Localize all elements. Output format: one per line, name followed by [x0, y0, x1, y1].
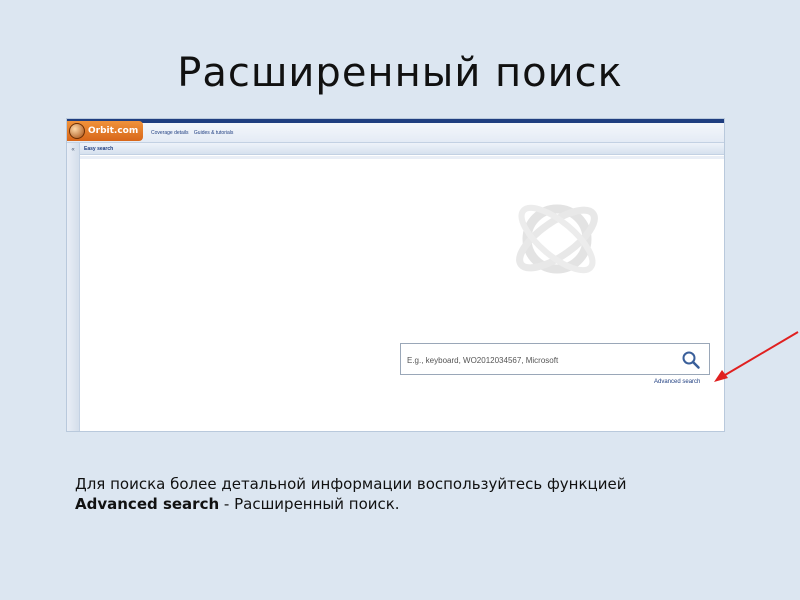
- caption-text: Для поиска более детальной информации во…: [75, 475, 627, 493]
- left-collapsed-panel: «: [67, 143, 80, 431]
- search-box: [400, 343, 710, 375]
- easy-search-label: Easy search: [84, 146, 114, 152]
- slide-caption: Для поиска более детальной информации во…: [75, 474, 765, 514]
- app-screenshot: Orbit.com Coverage details Guides & tuto…: [66, 118, 725, 432]
- collapse-icon[interactable]: «: [69, 147, 78, 154]
- caption-bold: Advanced search: [75, 495, 220, 513]
- easy-search-header: Easy search: [80, 143, 724, 155]
- logo-text: Orbit.com: [88, 126, 139, 136]
- orbit-logo[interactable]: Orbit.com: [67, 121, 143, 141]
- top-stripe: [67, 119, 724, 123]
- app-top-bar: Orbit.com Coverage details Guides & tuto…: [67, 119, 724, 143]
- header-rule: [80, 156, 724, 159]
- search-icon[interactable]: [681, 350, 701, 370]
- advanced-search-link[interactable]: Advanced search: [654, 379, 700, 385]
- guides-tutorials-link[interactable]: Guides & tutorials: [194, 130, 233, 136]
- red-arrow-icon: [714, 331, 799, 382]
- top-links: Coverage details Guides & tutorials: [151, 130, 237, 136]
- orbit-logo-icon: [69, 123, 85, 139]
- caption-rest: - Расширенный поиск.: [219, 495, 400, 513]
- orbit-watermark-icon: [516, 204, 598, 274]
- search-input[interactable]: [407, 353, 677, 367]
- coverage-details-link[interactable]: Coverage details: [151, 130, 189, 136]
- slide-title: Расширенный поиск: [177, 50, 623, 96]
